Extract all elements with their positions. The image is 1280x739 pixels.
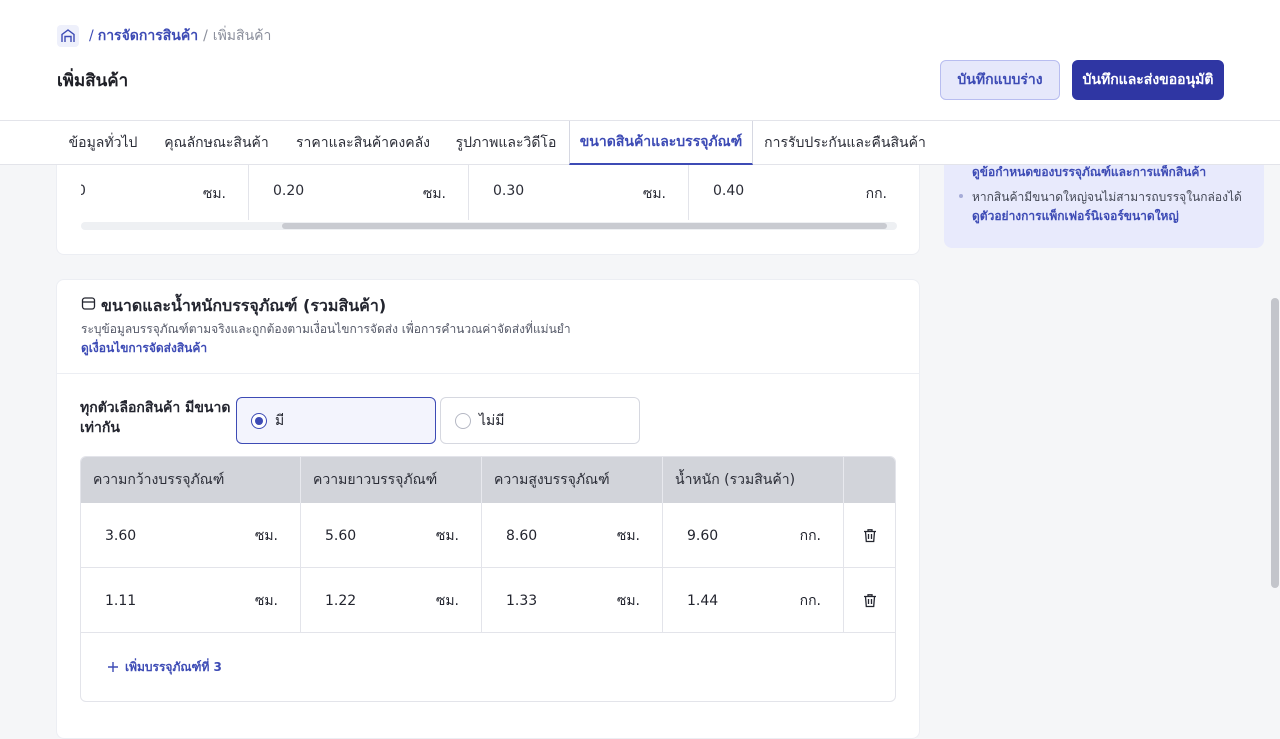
cell-value: 0.30: [493, 183, 525, 199]
bullet: [959, 194, 963, 198]
plus-icon: [107, 661, 119, 673]
cell-unit: ซม.: [435, 592, 459, 609]
vertical-scrollbar[interactable]: [1271, 298, 1279, 588]
weight-cell[interactable]: 0.40 กก.: [689, 165, 897, 220]
cell-unit: ซม.: [202, 186, 226, 202]
save-draft-button[interactable]: บันทึกแบบร่าง: [940, 60, 1060, 100]
height-input[interactable]: 1.33 ซม.: [482, 568, 663, 633]
same-size-label-line2: เท่ากัน: [80, 420, 120, 436]
cell-value: 0: [81, 183, 86, 199]
packaging-requirements-link[interactable]: ดูข้อกำหนดของบรรจุภัณฑ์และการแพ็กสินค้า: [972, 163, 1206, 182]
breadcrumb-link-product-management[interactable]: การจัดการสินค้า: [98, 25, 198, 47]
size-cell[interactable]: 0.30 ซม.: [469, 165, 689, 220]
home-icon[interactable]: [57, 25, 79, 47]
cell-unit: ซม.: [254, 592, 278, 609]
table-header: ความกว้างบรรจุภัณฑ์ ความยาวบรรจุภัณฑ์ คว…: [81, 457, 895, 503]
cell-value: 1.33: [506, 592, 538, 609]
cell-unit: ซม.: [254, 527, 278, 544]
same-size-label: ทุกตัวเลือกสินค้า มีขนาด เท่ากัน: [80, 398, 230, 438]
tab-bar: ข้อมูลทั่วไป คุณลักษณะสินค้า ราคาและสินค…: [0, 121, 1280, 165]
cell-value: 5.60: [325, 527, 357, 544]
cell-unit: ซม.: [616, 527, 640, 544]
size-cell[interactable]: 0.20 ซม.: [249, 165, 469, 220]
same-size-label-line1: ทุกตัวเลือกสินค้า มีขนาด: [80, 400, 231, 416]
tab-images-videos[interactable]: รูปภาพและวิดีโอ: [443, 121, 569, 165]
width-input[interactable]: 3.60 ซม.: [81, 503, 301, 568]
cell-unit: ซม.: [616, 592, 640, 609]
tab-general-info[interactable]: ข้อมูลทั่วไป: [56, 121, 150, 165]
cell-unit: กก.: [799, 592, 821, 609]
table-row: 1.11 ซม. 1.22 ซม. 1.33 ซม. 1.44 กก.: [81, 568, 895, 633]
product-size-row: 0 ซม. 0.20 ซม. 0.30 ซม. 0.40 กก.: [81, 165, 897, 220]
cell-value: 0.40: [713, 183, 745, 199]
breadcrumb-current: เพิ่มสินค้า: [212, 28, 272, 44]
option-yes-label: มี: [275, 412, 285, 429]
cell-unit: ซม.: [642, 186, 666, 202]
width-input[interactable]: 1.11 ซม.: [81, 568, 301, 633]
shipping-conditions-link[interactable]: ดูเงื่อนไขการจัดส่งสินค้า: [81, 339, 207, 358]
section-description: ระบุข้อมูลบรรจุภัณฑ์ตามจริงและถูกต้องตาม…: [81, 322, 571, 336]
page-title: เพิ่มสินค้า: [57, 71, 129, 91]
breadcrumb: / การจัดการสินค้า / เพิ่มสินค้า: [57, 25, 271, 47]
column-header-height: ความสูงบรรจุภัณฑ์: [482, 457, 663, 503]
tab-warranty-returns[interactable]: การรับประกันและคืนสินค้า: [753, 121, 937, 165]
radio-unselected[interactable]: [455, 412, 471, 429]
large-item-tip: หากสินค้ามีขนาดใหญ่จนไม่สามารถบรรจุในกล่…: [972, 190, 1242, 204]
trash-icon[interactable]: [844, 568, 895, 633]
cell-value: 1.22: [325, 592, 357, 609]
column-header-actions: [844, 457, 895, 503]
table-row: 3.60 ซม. 5.60 ซม. 8.60 ซม. 9.60 กก.: [81, 503, 895, 568]
cell-unit: กก.: [865, 186, 887, 202]
column-header-weight: น้ำหนัก (รวมสินค้า): [663, 457, 844, 503]
radio-selected[interactable]: [251, 412, 267, 429]
height-input[interactable]: 8.60 ซม.: [482, 503, 663, 568]
section-title: ขนาดและน้ำหนักบรรจุภัณฑ์ (รวมสินค้า): [101, 296, 387, 315]
cell-value: 3.60: [105, 527, 137, 544]
add-package-button[interactable]: เพิ่มบรรจุภัณฑ์ที่ 3: [107, 657, 222, 677]
cell-unit: ซม.: [435, 527, 459, 544]
length-input[interactable]: 5.60 ซม.: [301, 503, 482, 568]
cell-unit: ซม.: [422, 186, 446, 202]
horizontal-scrollbar-track[interactable]: [81, 222, 897, 230]
page-header: / การจัดการสินค้า / เพิ่มสินค้า เพิ่มสิน…: [0, 0, 1280, 121]
column-header-width: ความกว้างบรรจุภัณฑ์: [81, 457, 301, 503]
size-cell[interactable]: 0 ซม.: [81, 165, 249, 220]
breadcrumb-separator: /: [203, 28, 208, 44]
package-table: ความกว้างบรรจุภัณฑ์ ความยาวบรรจุภัณฑ์ คว…: [80, 456, 896, 702]
cell-value: 1.11: [105, 592, 137, 609]
divider: [57, 373, 919, 374]
weight-input[interactable]: 1.44 กก.: [663, 568, 844, 633]
cell-value: 1.44: [687, 592, 719, 609]
tab-price-inventory[interactable]: ราคาและสินค้าคงคลัง: [283, 121, 443, 165]
cell-value: 8.60: [506, 527, 538, 544]
tab-size-packaging[interactable]: ขนาดสินค้าและบรรจุภัณฑ์: [569, 121, 753, 165]
box-icon: [81, 296, 97, 312]
large-furniture-example-link[interactable]: ดูตัวอย่างการแพ็กเฟอร์นิเจอร์ขนาดใหญ่: [972, 207, 1179, 226]
add-package-label: เพิ่มบรรจุภัณฑ์ที่ 3: [125, 659, 222, 674]
cell-unit: กก.: [799, 527, 821, 544]
save-and-submit-button[interactable]: บันทึกและส่งขออนุมัติ: [1072, 60, 1224, 100]
length-input[interactable]: 1.22 ซม.: [301, 568, 482, 633]
column-header-length: ความยาวบรรจุภัณฑ์: [301, 457, 482, 503]
option-yes[interactable]: มี: [236, 397, 436, 444]
cell-value: 9.60: [687, 527, 719, 544]
option-no-label: ไม่มี: [479, 412, 505, 429]
weight-input[interactable]: 9.60 กก.: [663, 503, 844, 568]
horizontal-scrollbar-thumb[interactable]: [282, 223, 887, 229]
trash-icon[interactable]: [844, 503, 895, 568]
cell-value: 0.20: [273, 183, 305, 199]
option-no[interactable]: ไม่มี: [440, 397, 640, 444]
breadcrumb-separator: /: [89, 28, 94, 44]
tab-attributes[interactable]: คุณลักษณะสินค้า: [150, 121, 283, 165]
